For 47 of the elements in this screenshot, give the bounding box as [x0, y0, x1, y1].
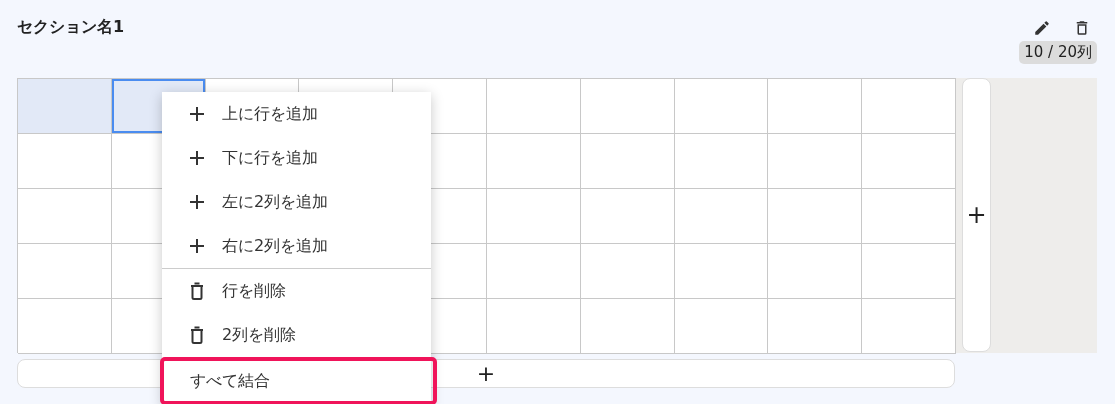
- menu-item[interactable]: 2列を削除: [162, 313, 431, 357]
- table-cell[interactable]: [580, 189, 675, 244]
- plus-icon: [190, 239, 204, 253]
- menu-item[interactable]: 行を削除: [162, 269, 431, 313]
- table-cell[interactable]: [674, 134, 769, 189]
- table-cell[interactable]: [674, 189, 769, 244]
- table-cell[interactable]: [580, 299, 675, 354]
- table-cell[interactable]: [768, 134, 863, 189]
- table-cell[interactable]: [487, 299, 581, 354]
- table-cell[interactable]: [487, 244, 581, 299]
- trash-icon: [190, 326, 204, 344]
- table-cell[interactable]: [580, 79, 675, 134]
- table-cell[interactable]: [18, 134, 112, 189]
- table-cell[interactable]: [18, 299, 112, 354]
- table-cell[interactable]: [862, 134, 956, 189]
- plus-icon: [190, 151, 204, 165]
- table-cell[interactable]: [487, 134, 581, 189]
- table-cell[interactable]: [862, 79, 956, 134]
- table-cell[interactable]: [487, 79, 581, 134]
- menu-item[interactable]: 下に行を追加: [162, 136, 431, 180]
- menu-item[interactable]: すべて結合: [160, 357, 437, 404]
- menu-item[interactable]: 左に2列を追加: [162, 180, 431, 224]
- table-cell[interactable]: [862, 189, 956, 244]
- table-cell[interactable]: [580, 134, 675, 189]
- table-cell[interactable]: [18, 79, 112, 134]
- table-cell[interactable]: [674, 79, 769, 134]
- trash-icon: [190, 282, 204, 300]
- add-column-button[interactable]: +: [962, 78, 991, 352]
- table-cell[interactable]: [768, 189, 863, 244]
- table-cell[interactable]: [768, 79, 863, 134]
- table-cell[interactable]: [674, 299, 769, 354]
- table-cell[interactable]: [18, 244, 112, 299]
- table-cell[interactable]: [768, 244, 863, 299]
- section-title: セクション名1: [17, 16, 125, 38]
- menu-item[interactable]: 右に2列を追加: [162, 224, 431, 268]
- table-cell[interactable]: [580, 244, 675, 299]
- plus-icon: [190, 107, 204, 121]
- menu-item[interactable]: 上に行を追加: [162, 92, 431, 136]
- table-cell[interactable]: [862, 299, 956, 354]
- plus-icon: [190, 195, 204, 209]
- table-cell[interactable]: [18, 189, 112, 244]
- edit-icon[interactable]: [1033, 19, 1051, 37]
- table-cell[interactable]: [768, 299, 863, 354]
- table-cell[interactable]: [862, 244, 956, 299]
- table-cell[interactable]: [487, 189, 581, 244]
- column-count-badge: 10 / 20列: [1019, 41, 1097, 64]
- table-cell[interactable]: [674, 244, 769, 299]
